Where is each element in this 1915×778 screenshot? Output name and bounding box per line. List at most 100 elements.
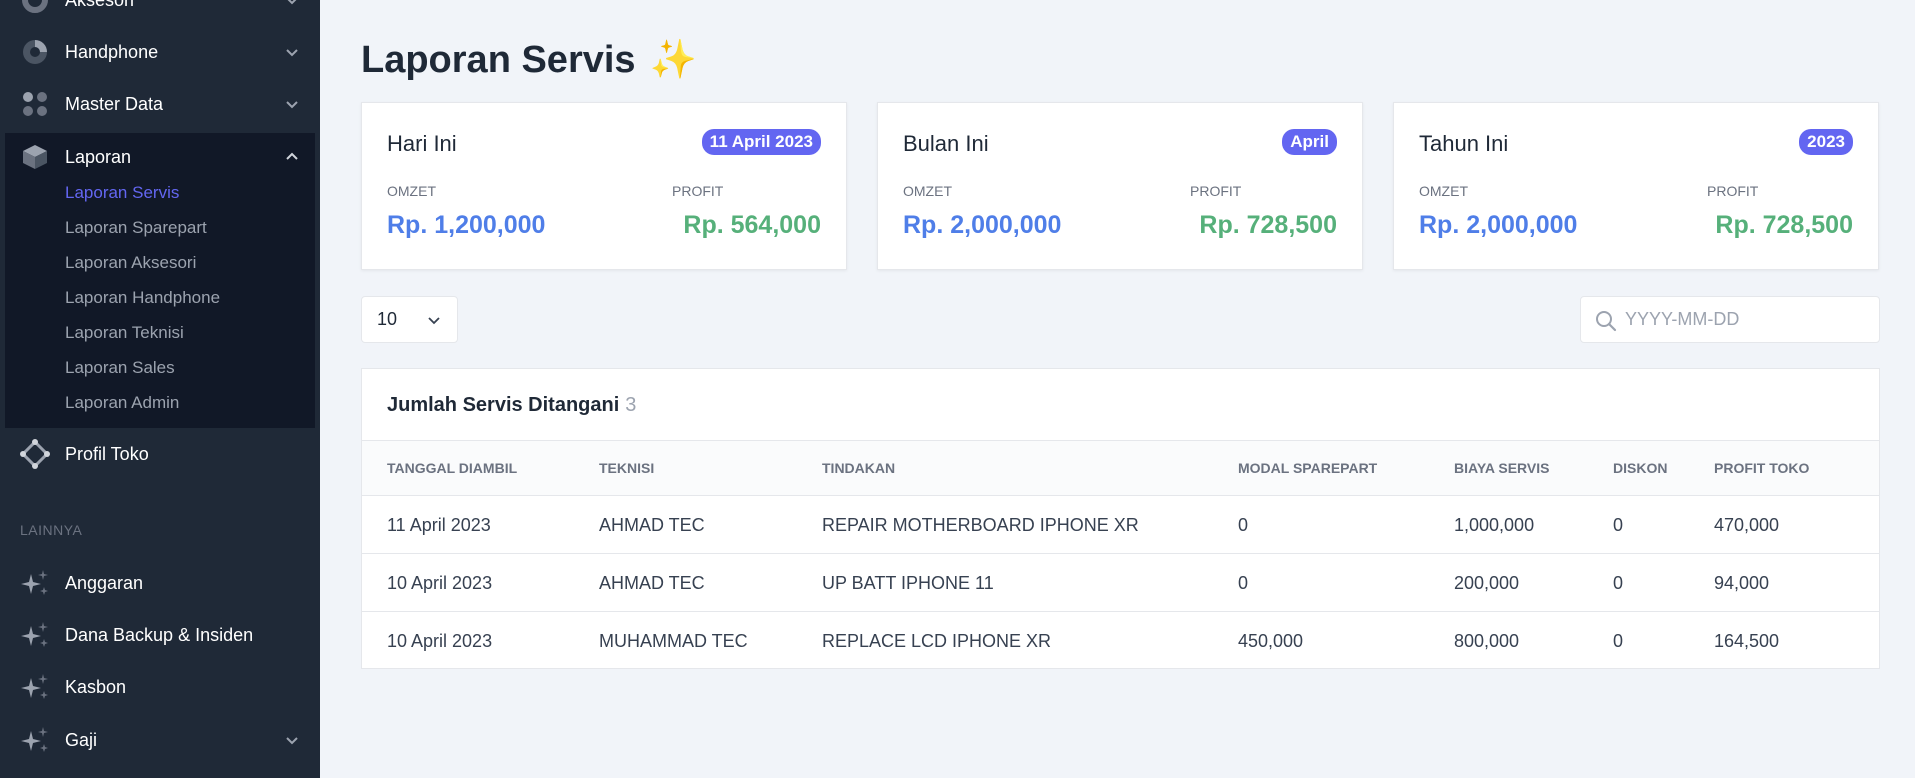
table-count: 3 [625,394,637,416]
sidebar-item-gaji[interactable]: Gaji [0,714,320,766]
search-icon [1596,311,1617,332]
sidebar-item-laporan[interactable]: Laporan [0,131,320,183]
column-header[interactable]: TEKNISI [599,460,654,476]
sidebar-item-profil-toko[interactable]: Profil Toko [0,428,320,480]
chevron-down-icon [428,317,440,325]
chevron-down-icon [287,0,297,5]
date-search-input[interactable] [1625,297,1870,342]
chevron-down-icon [286,101,298,109]
sparkles-icon [20,568,50,598]
sidebar-item-label: Handphone [65,41,159,62]
profit-value: Rp. 728,500 [1199,211,1337,239]
sparkles-icon [20,672,50,702]
omzet-value: Rp. 1,200,000 [387,211,546,239]
omzet-label: OMZET [1419,183,1468,199]
table-title: Jumlah Servis Ditangani 3 [387,394,636,417]
sidebar-item-label: Profil Toko [65,443,149,464]
cell-teknisi: AHMAD TEC [599,573,705,593]
year-badge: 2023 [1799,129,1853,155]
omzet-label: OMZET [903,183,952,199]
page-title: Laporan Servis ✨ [361,38,697,82]
column-header[interactable]: DISKON [1613,460,1667,476]
cell-profit: 470,000 [1714,515,1780,535]
sidebar: Aksesori Handphone Master Data Laporan L… [0,0,320,778]
column-header[interactable]: TANGGAL DIAMBIL [387,460,517,476]
sparkle-emoji-icon: ✨ [649,39,697,81]
sidebar-item-label: Anggaran [65,572,144,593]
sidebar-subitem-laporan-servis[interactable]: Laporan Servis [65,183,179,203]
page-size-select[interactable]: 10 [361,296,458,343]
cell-tindakan: REPLACE LCD IPHONE XR [822,631,1052,651]
sidebar-item-label: Kasbon [65,676,127,697]
cell-modal: 450,000 [1238,631,1304,651]
cell-diskon: 0 [1613,515,1624,535]
cube-icon [20,142,50,172]
page-title-text: Laporan Servis [361,38,636,81]
table-row: 10 April 2023 AHMAD TEC UP BATT IPHONE 1… [362,554,1879,612]
page-size-value: 10 [377,309,398,329]
cell-tindakan: UP BATT IPHONE 11 [822,573,994,593]
sidebar-item-label: Laporan [65,146,132,167]
cell-tindakan: REPAIR MOTHERBOARD IPHONE XR [822,515,1139,535]
date-search-box[interactable] [1580,296,1880,343]
column-header[interactable]: MODAL SPAREPART [1238,460,1377,476]
sidebar-item-kasbon[interactable]: Kasbon [0,661,320,713]
profit-label: PROFIT [1707,183,1759,199]
cell-profit: 164,500 [1714,631,1780,651]
cell-modal: 0 [1238,573,1249,593]
cell-teknisi: AHMAD TEC [599,515,705,535]
sidebar-item-label: Aksesori [65,0,134,11]
sidebar-item-aksesori[interactable]: Aksesori [0,0,320,26]
column-header[interactable]: TINDAKAN [822,460,895,476]
profit-value: Rp. 564,000 [683,211,821,239]
omzet-label: OMZET [387,183,436,199]
card-title: Tahun Ini [1419,131,1509,156]
card-title: Bulan Ini [903,131,989,156]
omzet-value: Rp. 2,000,000 [903,211,1062,239]
sidebar-item-handphone[interactable]: Handphone [0,26,320,78]
sidebar-subitem-laporan-admin[interactable]: Laporan Admin [65,393,179,413]
table-row: 10 April 2023 MUHAMMAD TEC REPLACE LCD I… [362,612,1879,670]
stat-card-tahun-ini: Tahun Ini 2023 OMZET Rp. 2,000,000 PROFI… [1393,102,1879,270]
cell-tanggal: 10 April 2023 [387,631,493,651]
diamond-nodes-icon [20,439,50,469]
servis-table-card: Jumlah Servis Ditangani 3 TANGGAL DIAMBIL… [361,368,1880,669]
cell-tanggal: 11 April 2023 [387,515,491,535]
section-label-lainnya: LAINNYA [20,522,83,538]
cell-tanggal: 10 April 2023 [387,573,493,593]
sidebar-subitem-laporan-handphone[interactable]: Laporan Handphone [65,288,220,308]
card-title: Hari Ini [387,131,457,156]
cell-biaya: 200,000 [1454,573,1520,593]
profit-label: PROFIT [1190,183,1242,199]
grid-dots-icon [20,89,50,119]
cell-profit: 94,000 [1714,573,1770,593]
chevron-up-icon [286,152,298,160]
column-header[interactable]: BIAYA SERVIS [1454,460,1549,476]
sidebar-subitem-laporan-sparepart[interactable]: Laporan Sparepart [65,218,207,238]
cell-biaya: 1,000,000 [1454,515,1535,535]
table-header: TANGGAL DIAMBIL TEKNISI TINDAKAN MODAL S… [362,440,1879,496]
profit-label: PROFIT [672,183,724,199]
sparkles-icon [20,725,50,755]
profit-value: Rp. 728,500 [1715,211,1853,239]
date-badge: 11 April 2023 [701,129,821,155]
month-badge: April [1282,129,1337,155]
omzet-value: Rp. 2,000,000 [1419,211,1578,239]
cell-diskon: 0 [1613,573,1624,593]
cell-modal: 0 [1238,515,1249,535]
sidebar-subitem-laporan-sales[interactable]: Laporan Sales [65,358,175,378]
chevron-down-icon [286,49,298,57]
column-header[interactable]: PROFIT TOKO [1714,460,1809,476]
cell-teknisi: MUHAMMAD TEC [599,631,748,651]
sidebar-subitem-laporan-teknisi[interactable]: Laporan Teknisi [65,323,184,343]
stat-card-bulan-ini: Bulan Ini April OMZET Rp. 2,000,000 PROF… [877,102,1363,270]
sidebar-item-anggaran[interactable]: Anggaran [0,557,320,609]
chevron-down-icon [286,737,298,745]
sidebar-item-master-data[interactable]: Master Data [0,78,320,130]
sidebar-subitem-laporan-aksesori[interactable]: Laporan Aksesori [65,253,196,273]
pie-chart-icon [20,37,50,67]
table-row: 11 April 2023 AHMAD TEC REPAIR MOTHERBOA… [362,496,1879,554]
sparkles-icon [20,620,50,650]
sidebar-item-label: Gaji [65,729,98,750]
sidebar-item-dana-backup[interactable]: Dana Backup & Insiden [0,609,320,661]
